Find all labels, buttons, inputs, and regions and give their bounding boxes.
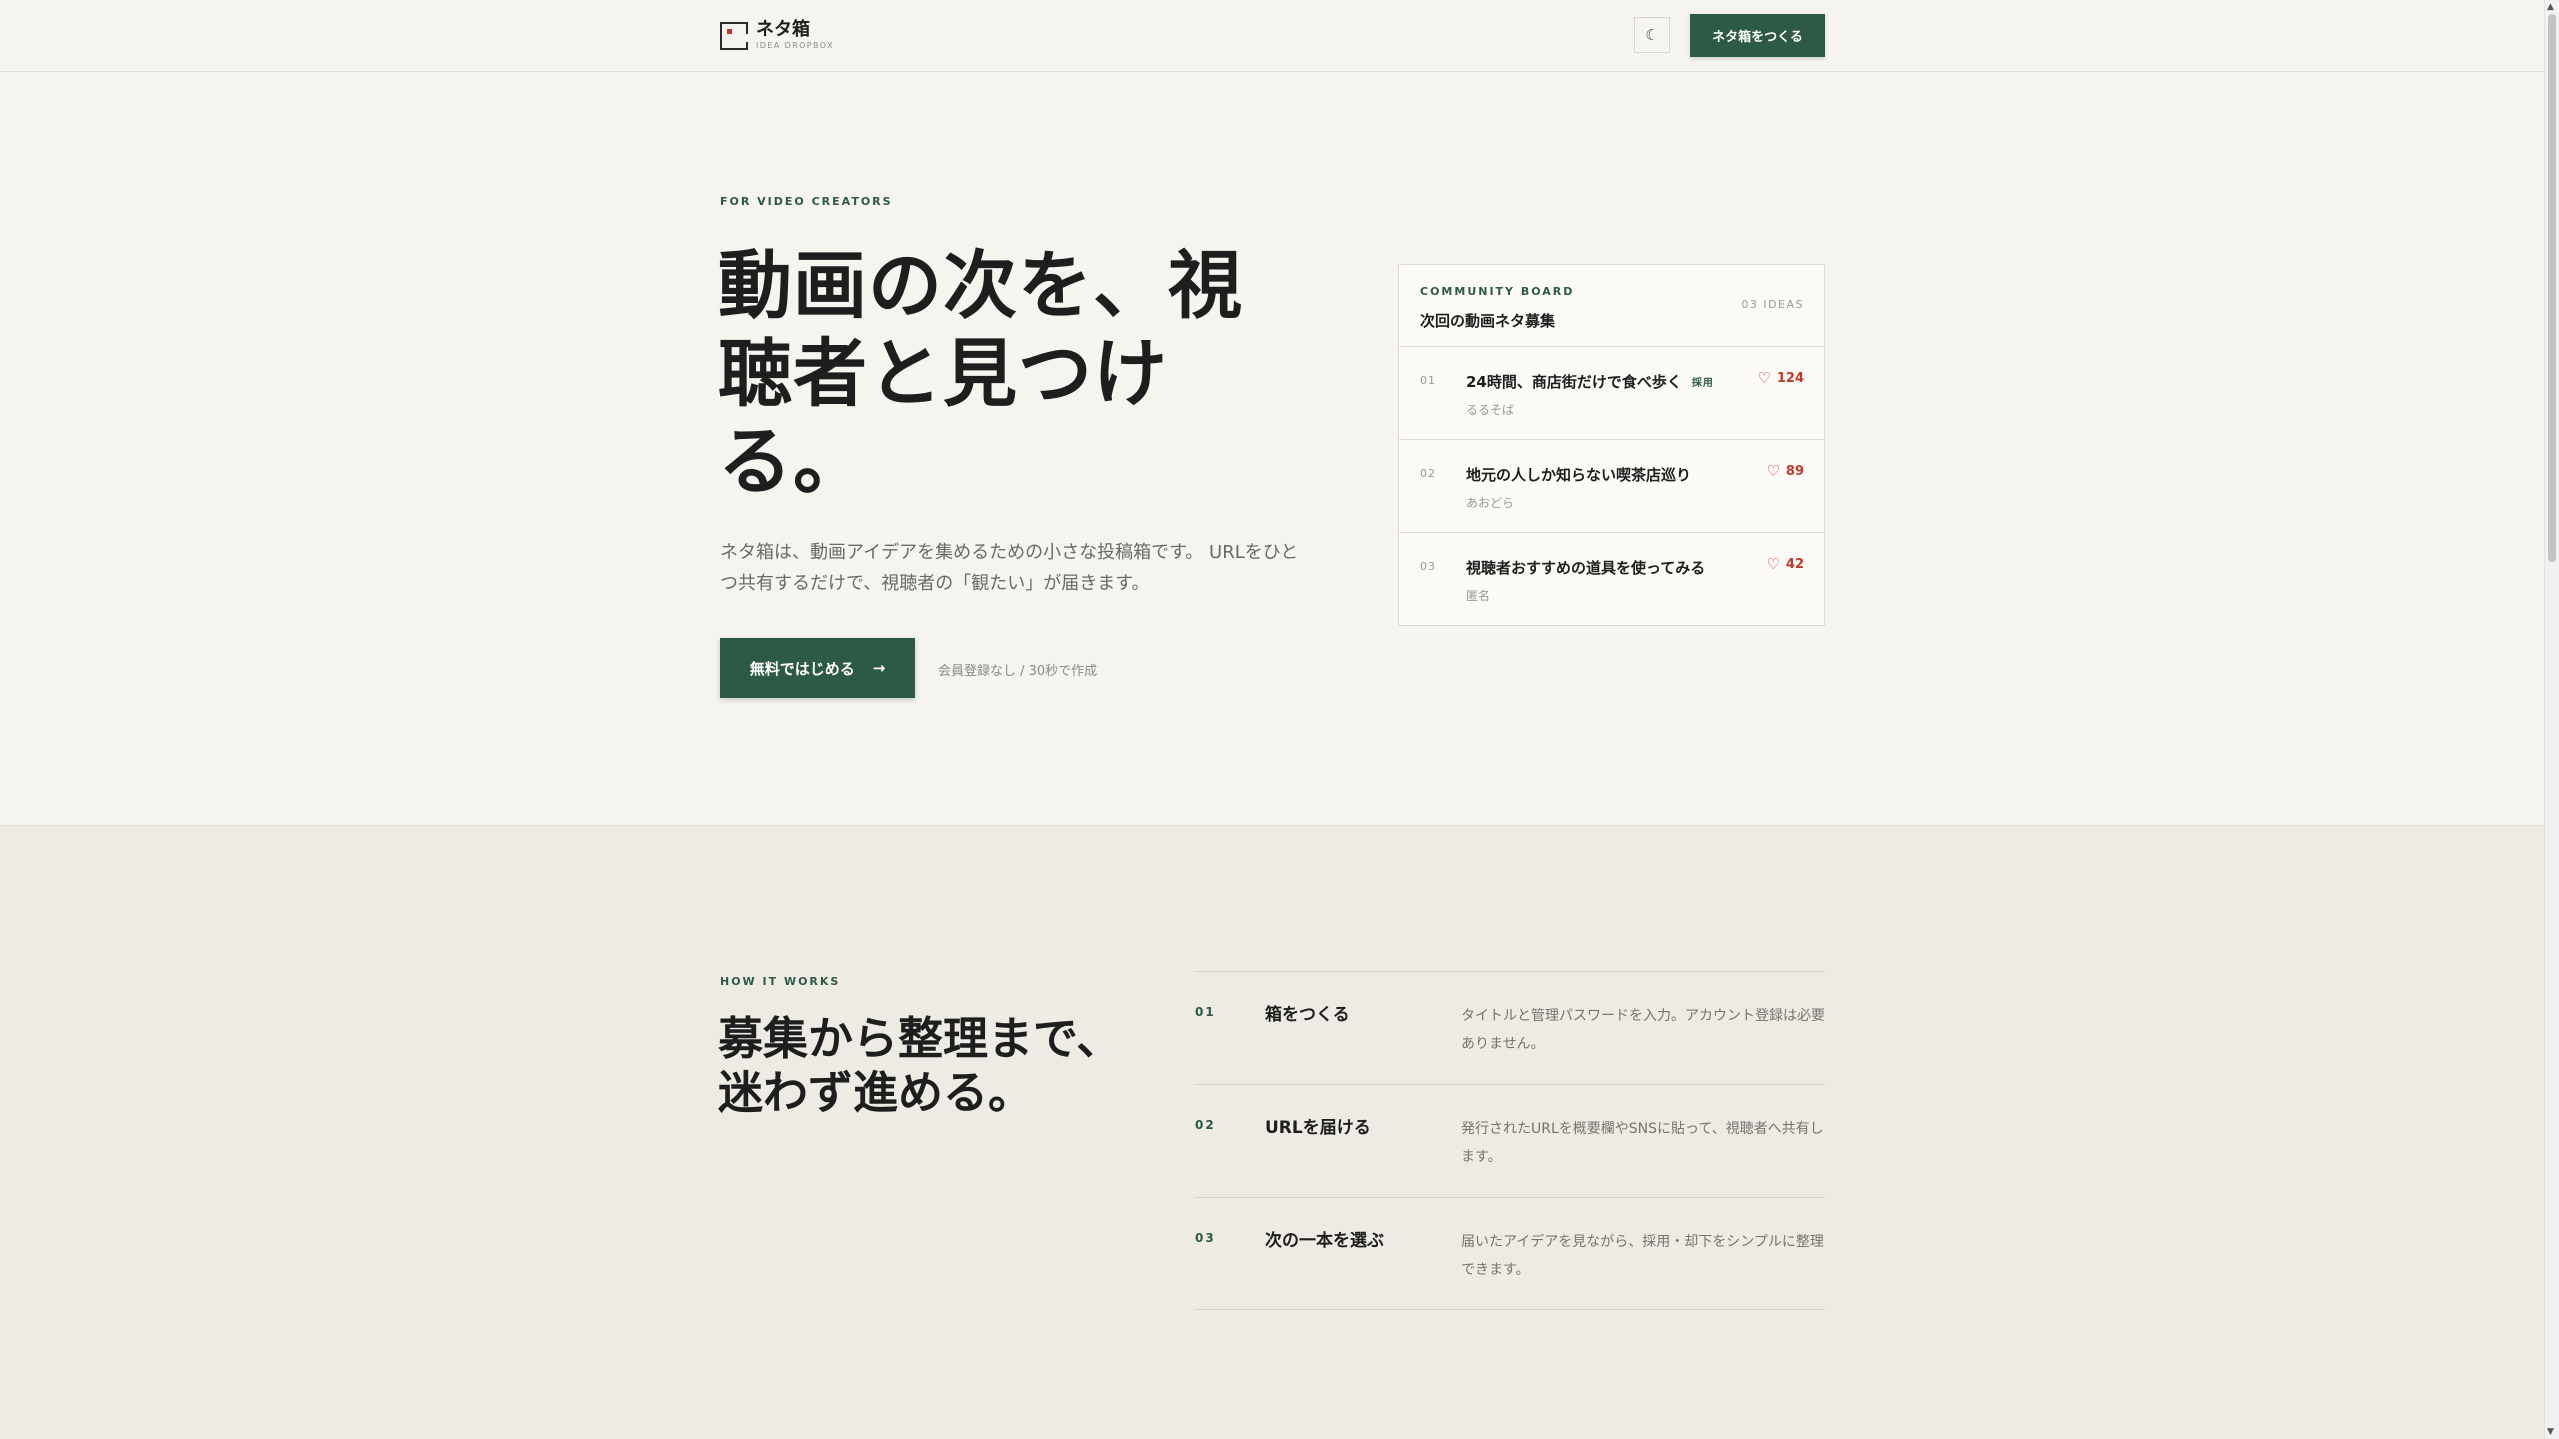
step-number: 03: [1195, 1231, 1216, 1245]
step-number: 01: [1195, 1005, 1216, 1019]
theme-toggle-button[interactable]: ☾: [1634, 17, 1670, 53]
scrollbar-thumb[interactable]: [2548, 14, 2556, 562]
adopted-badge: 採用: [1691, 378, 1714, 389]
step-title: 箱をつくる: [1265, 1005, 1350, 1025]
idea-author: あおどら: [1466, 496, 1515, 510]
step-title: URLを届ける: [1265, 1118, 1371, 1138]
page-scrollbar[interactable]: ▲ ▼: [2544, 0, 2559, 1439]
steps-list: 01 箱をつくる タイトルと管理パスワードを入力。アカウント登録は必要ありません…: [1194, 971, 1825, 1310]
brand-subtitle: IDEA DROPBOX: [756, 41, 834, 50]
board-title: 次回の動画ネタ募集: [1420, 312, 1556, 330]
idea-title: 24時間、商店街だけで食べ歩く: [1466, 373, 1682, 391]
moon-icon: ☾: [1645, 25, 1659, 44]
step-description: 発行されたURLを概要欄やSNSに貼って、視聴者へ共有します。: [1461, 1121, 1824, 1165]
like-button[interactable]: ♡ 124: [1757, 369, 1804, 387]
scroll-up-icon[interactable]: ▲: [2547, 2, 2554, 12]
idea-author: 匿名: [1466, 589, 1491, 603]
how-title: 募集から整理まで、迷わず進める。: [718, 1012, 1122, 1119]
idea-title: 地元の人しか知らない喫茶店巡り: [1466, 466, 1692, 484]
like-count: 124: [1776, 371, 1804, 386]
how-eyebrow: HOW IT WORKS: [720, 975, 841, 988]
idea-author: るるそば: [1466, 403, 1515, 417]
logo-box-icon: [720, 21, 752, 50]
idea-row[interactable]: 01 24時間、商店街だけで食べ歩く 採用 るるそば ♡ 124: [1399, 347, 1824, 440]
start-free-label: 無料ではじめる: [749, 659, 855, 678]
step-item: 01 箱をつくる タイトルと管理パスワードを入力。アカウント登録は必要ありません…: [1194, 971, 1825, 1084]
step-title: 次の一本を選ぶ: [1265, 1231, 1384, 1251]
arrow-right-icon: →: [872, 659, 886, 677]
idea-row[interactable]: 03 視聴者おすすめの道具を使ってみる 匿名 ♡ 42: [1399, 533, 1824, 626]
idea-number: 01: [1420, 374, 1436, 387]
step-description: タイトルと管理パスワードを入力。アカウント登録は必要ありません。: [1461, 1008, 1825, 1052]
scroll-down-icon[interactable]: ▼: [2547, 1427, 2554, 1437]
community-board-card: COMMUNITY BOARD 次回の動画ネタ募集 03 IDEAS 01 24…: [1398, 264, 1825, 626]
like-count: 42: [1785, 557, 1804, 572]
brand-logo[interactable]: ネタ箱 IDEA DROPBOX: [720, 21, 834, 50]
idea-row[interactable]: 02 地元の人しか知らない喫茶店巡り あおどら ♡ 89: [1399, 440, 1824, 533]
like-button[interactable]: ♡ 42: [1766, 555, 1804, 573]
step-number: 02: [1195, 1118, 1216, 1132]
idea-title: 視聴者おすすめの道具を使ってみる: [1466, 559, 1706, 577]
create-box-button[interactable]: ネタ箱をつくる: [1690, 14, 1825, 57]
step-item: 03 次の一本を選ぶ 届いたアイデアを見ながら、採用・却下をシンプルに整理できま…: [1194, 1197, 1825, 1310]
heart-icon: ♡: [1766, 555, 1780, 573]
hero-description: ネタ箱は、動画アイデアを集めるための小さな投稿箱です。 URLをひとつ共有するだ…: [720, 542, 1299, 594]
heart-icon: ♡: [1766, 462, 1780, 480]
step-description: 届いたアイデアを見ながら、採用・却下をシンプルに整理できます。: [1461, 1234, 1824, 1278]
like-button[interactable]: ♡ 89: [1766, 462, 1804, 480]
brand-name: ネタ箱: [756, 19, 810, 40]
site-header: ネタ箱 IDEA DROPBOX ☾ ネタ箱をつくる: [0, 0, 2544, 72]
step-item: 02 URLを届ける 発行されたURLを概要欄やSNSに貼って、視聴者へ共有しま…: [1194, 1084, 1825, 1197]
like-count: 89: [1785, 464, 1804, 479]
hero-title: 動画の次を、視聴者と見つける。: [718, 243, 1243, 505]
board-eyebrow: COMMUNITY BOARD: [1420, 285, 1575, 298]
start-free-button[interactable]: 無料ではじめる →: [720, 638, 915, 698]
cta-note: 会員登録なし / 30秒で作成: [938, 664, 1098, 679]
hero-eyebrow: FOR VIDEO CREATORS: [720, 195, 893, 208]
idea-number: 03: [1420, 560, 1436, 573]
board-idea-count: 03 IDEAS: [1741, 298, 1804, 311]
board-header: COMMUNITY BOARD 次回の動画ネタ募集 03 IDEAS: [1399, 265, 1824, 347]
heart-icon: ♡: [1757, 369, 1771, 387]
idea-number: 02: [1420, 467, 1436, 480]
